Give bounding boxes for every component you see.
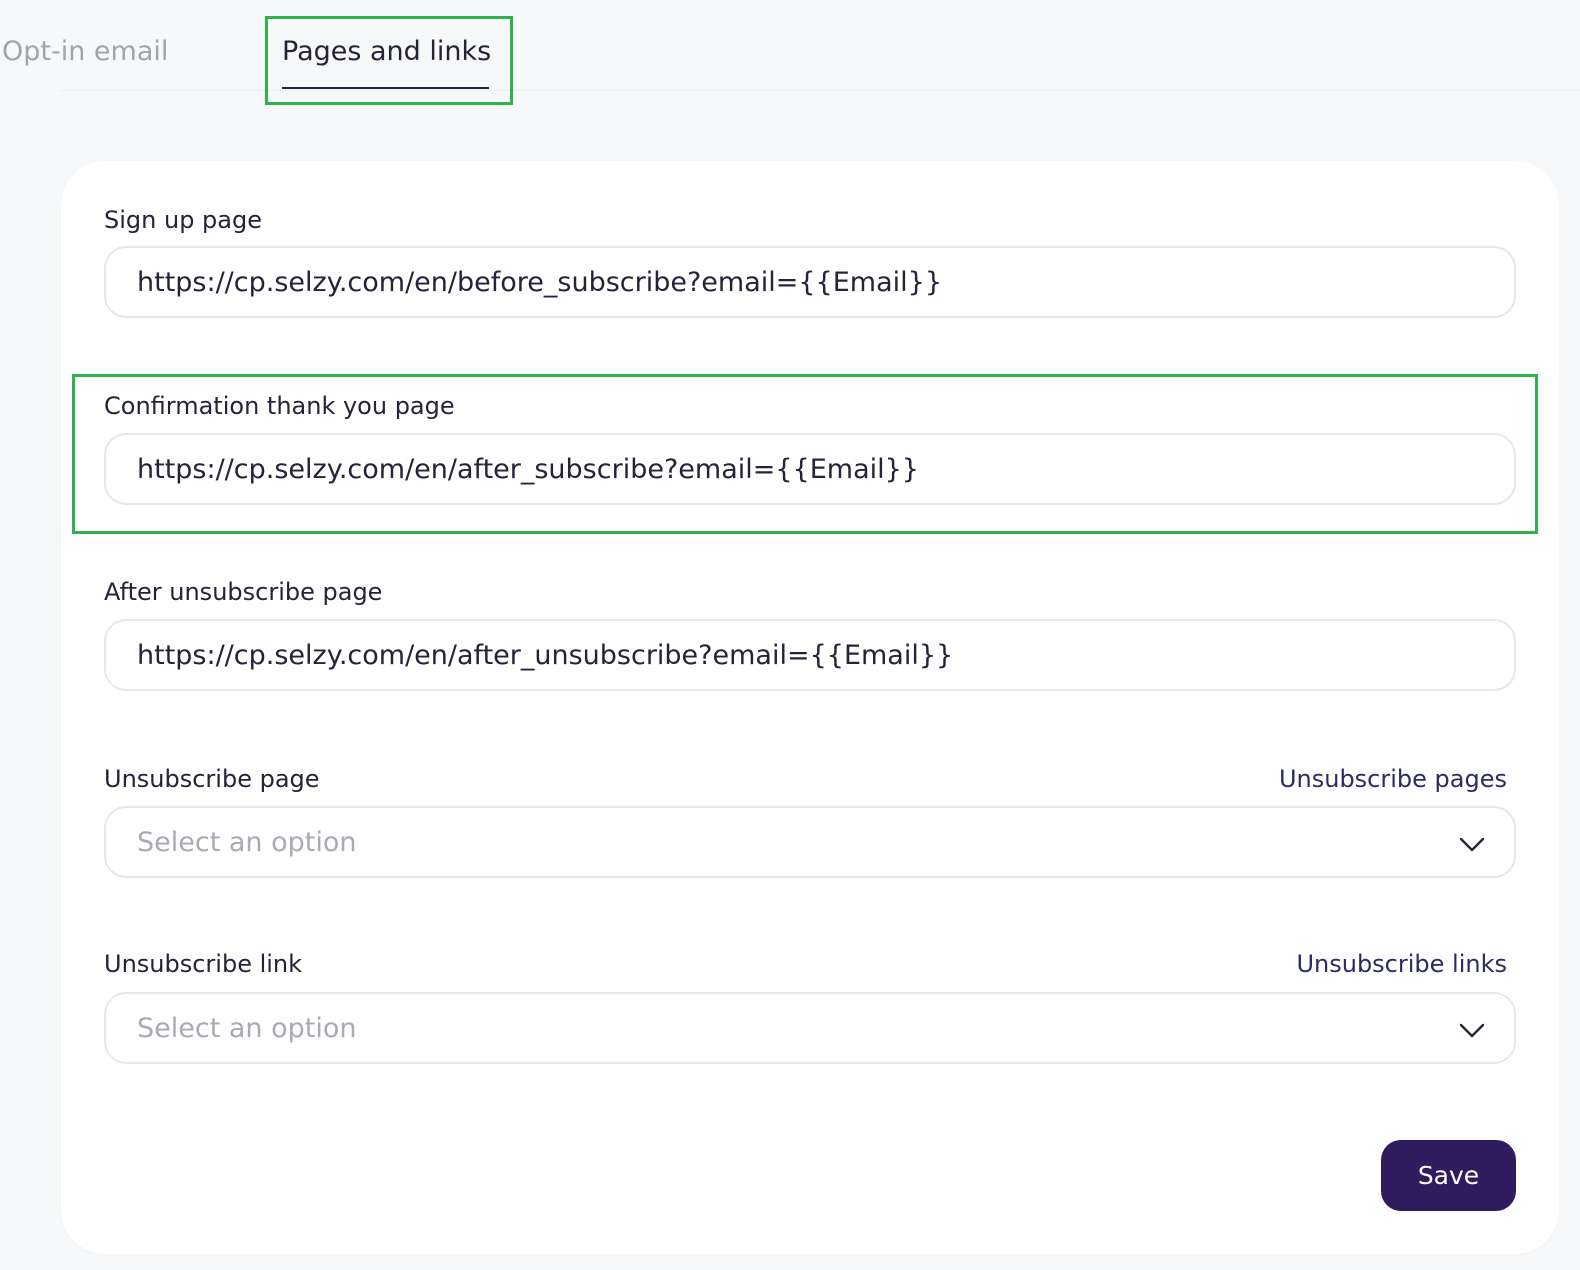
unsubscribe-links-link[interactable]: Unsubscribe links	[1296, 950, 1507, 978]
tab-pages-and-links[interactable]: Pages and links	[282, 36, 491, 67]
signup-page-value: https://cp.selzy.com/en/before_subscribe…	[137, 266, 943, 298]
settings-card	[61, 161, 1559, 1254]
signup-page-input[interactable]: https://cp.selzy.com/en/before_subscribe…	[104, 246, 1516, 318]
signup-page-label: Sign up page	[104, 206, 262, 234]
chevron-down-icon[interactable]	[1458, 830, 1486, 858]
save-button[interactable]: Save	[1381, 1140, 1516, 1211]
unsubscribe-page-placeholder: Select an option	[137, 826, 357, 858]
unsubscribe-link-label: Unsubscribe link	[104, 950, 303, 978]
tab-opt-in-email[interactable]: Opt-in email	[2, 36, 168, 67]
chevron-down-icon[interactable]	[1458, 1016, 1486, 1044]
after-unsubscribe-page-value: https://cp.selzy.com/en/after_unsubscrib…	[137, 639, 954, 671]
unsubscribe-link-select[interactable]: Select an option	[104, 992, 1516, 1064]
confirmation-page-value: https://cp.selzy.com/en/after_subscribe?…	[137, 453, 919, 485]
unsubscribe-link-placeholder: Select an option	[137, 1012, 357, 1044]
confirmation-page-label: Confirmation thank you page	[104, 392, 455, 420]
after-unsubscribe-page-label: After unsubscribe page	[104, 578, 383, 606]
unsubscribe-page-label: Unsubscribe page	[104, 765, 320, 793]
unsubscribe-pages-link[interactable]: Unsubscribe pages	[1279, 765, 1507, 793]
unsubscribe-page-select[interactable]: Select an option	[104, 806, 1516, 878]
after-unsubscribe-page-input[interactable]: https://cp.selzy.com/en/after_unsubscrib…	[104, 619, 1516, 691]
active-tab-underline	[282, 87, 489, 89]
confirmation-page-input[interactable]: https://cp.selzy.com/en/after_subscribe?…	[104, 433, 1516, 505]
